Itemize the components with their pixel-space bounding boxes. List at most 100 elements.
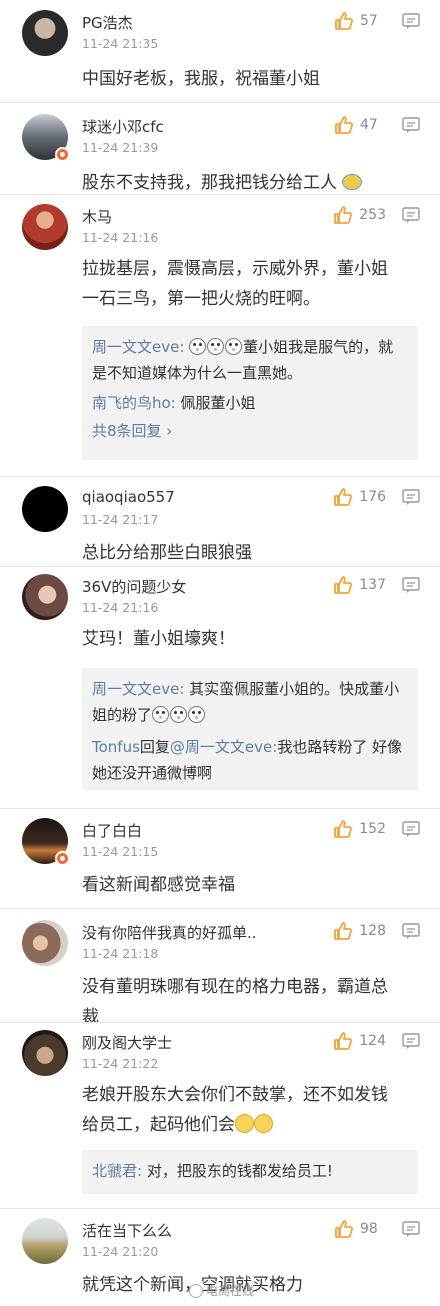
- timestamp: 11-24 21:39: [82, 140, 159, 155]
- divider: [0, 102, 440, 103]
- reply-box: 周一文文eve: 其实蛮佩服董小姐的。快成董小姐的粉了 Tonfus回复@周一文…: [82, 668, 418, 790]
- grin-emoji-icon: [235, 1114, 254, 1133]
- timestamp: 11-24 21:18: [82, 946, 159, 961]
- reply-username[interactable]: 北虢君:: [92, 1162, 142, 1180]
- comment-icon[interactable]: [402, 13, 420, 29]
- username[interactable]: 36V的问题少女: [82, 576, 186, 597]
- thumbs-up-icon: [334, 488, 353, 506]
- like-count: 124: [359, 1033, 386, 1049]
- avatar[interactable]: [22, 574, 68, 620]
- comment-text: 中国好老板，我服，祝福董小姐: [82, 69, 320, 89]
- reply-username[interactable]: 南飞的鸟ho:: [92, 394, 176, 412]
- divider: [0, 808, 440, 809]
- avatar[interactable]: [22, 10, 68, 56]
- timestamp: 11-24 21:22: [82, 1056, 159, 1071]
- like-count: 128: [359, 923, 386, 939]
- weibo-logo-icon: [188, 1283, 203, 1298]
- avatar[interactable]: [22, 920, 68, 966]
- thumbs-up-icon: [334, 206, 353, 224]
- like-count: 47: [360, 117, 378, 133]
- avatar[interactable]: [22, 486, 68, 532]
- comment-text: 老娘开股东大会你们不鼓掌，还不如发钱给员工，起码他们会: [82, 1085, 388, 1135]
- reply-username[interactable]: 周一文文eve:: [92, 680, 184, 698]
- timestamp: 11-24 21:35: [82, 36, 159, 51]
- divider: [0, 1022, 440, 1023]
- like-button[interactable]: 176: [333, 486, 386, 508]
- timestamp: 11-24 21:15: [82, 844, 159, 859]
- thumbs-up-icon: [335, 1220, 353, 1238]
- reply-item: 北虢君: 对，把股东的钱都发给员工!: [92, 1162, 333, 1180]
- emoji-icon: [188, 706, 206, 723]
- comment-icon[interactable]: [402, 577, 420, 593]
- reply-username[interactable]: 周一文文eve:: [92, 338, 184, 356]
- comment-text: 总比分给那些白眼狼强: [82, 543, 252, 563]
- username[interactable]: 活在当下么么: [82, 1220, 172, 1241]
- like-count: 57: [360, 13, 378, 29]
- grin-emoji-icon: [254, 1114, 273, 1133]
- divider: [0, 194, 440, 195]
- username[interactable]: 白了白白: [82, 820, 142, 841]
- reply-item: 周一文文eve: 其实蛮佩服董小姐的。快成董小姐的粉了: [92, 680, 400, 724]
- like-count: 253: [359, 207, 386, 223]
- like-count: 176: [359, 489, 386, 505]
- like-button[interactable]: 124: [333, 1030, 386, 1052]
- like-button[interactable]: 57: [334, 10, 386, 32]
- avatar[interactable]: [22, 114, 70, 162]
- timestamp: 11-24 21:16: [82, 600, 159, 615]
- emoji-icon: [170, 706, 188, 723]
- username[interactable]: 刚及阁大学士: [82, 1032, 172, 1053]
- divider: [0, 908, 440, 909]
- avatar[interactable]: [22, 1030, 68, 1076]
- username[interactable]: qiaoqiao557: [82, 488, 175, 506]
- emoji-icon: [189, 338, 207, 355]
- avatar[interactable]: [22, 204, 68, 250]
- like-button[interactable]: 98: [334, 1218, 386, 1240]
- emoji-icon: [342, 174, 363, 190]
- comment-text: 看这新闻都感觉幸福: [82, 875, 235, 895]
- comment-icon[interactable]: [402, 923, 420, 939]
- thumbs-up-icon: [335, 12, 353, 30]
- divider: [0, 1208, 440, 1209]
- emoji-icon: [207, 338, 225, 355]
- divider: [0, 476, 440, 477]
- like-button[interactable]: 128: [333, 920, 386, 942]
- avatar[interactable]: [22, 818, 70, 866]
- emoji-icon: [152, 706, 170, 723]
- like-button[interactable]: 253: [333, 204, 386, 226]
- reply-box: 周一文文eve: 董小姐我是服气的，就是不知道媒体为什么一直黑她。 南飞的鸟ho…: [82, 326, 418, 460]
- avatar[interactable]: [22, 1218, 68, 1264]
- username[interactable]: 木马: [82, 206, 112, 227]
- comment-icon[interactable]: [402, 207, 420, 223]
- comment-icon[interactable]: [402, 1033, 420, 1049]
- timestamp: 11-24 21:20: [82, 1244, 159, 1259]
- comment-icon[interactable]: [402, 489, 420, 505]
- comment-icon[interactable]: [402, 117, 420, 133]
- watermark: 电商在线: [188, 1282, 254, 1299]
- like-button[interactable]: 137: [333, 574, 386, 596]
- reply-item: 南飞的鸟ho: 佩服董小姐: [92, 394, 256, 412]
- username[interactable]: PG浩杰: [82, 12, 133, 33]
- thumbs-up-icon: [334, 820, 353, 838]
- like-button[interactable]: 152: [333, 818, 386, 840]
- timestamp: 11-24 21:16: [82, 230, 159, 245]
- comment-icon[interactable]: [402, 1221, 420, 1237]
- like-button[interactable]: 47: [334, 114, 386, 136]
- like-count: 152: [359, 821, 386, 837]
- thumbs-up-icon: [334, 1032, 353, 1050]
- mention-link[interactable]: @周一文文eve:: [170, 738, 277, 756]
- reply-username[interactable]: Tonfus: [92, 738, 140, 756]
- comment-icon[interactable]: [402, 821, 420, 837]
- more-replies-link[interactable]: 共8条回复 ›: [92, 416, 408, 446]
- username[interactable]: 球迷小邓cfc: [82, 116, 164, 137]
- username[interactable]: 没有你陪伴我真的好孤单..: [82, 922, 257, 943]
- like-count: 98: [360, 1221, 378, 1237]
- comment-text: 没有董明珠哪有现在的格力电器，霸道总裁: [82, 977, 388, 1027]
- divider: [0, 566, 440, 567]
- thumbs-up-icon: [334, 576, 353, 594]
- comment-text: 拉拢基层，震慑高层，示威外界，董小姐一石三鸟，第一把火烧的旺啊。: [82, 259, 388, 309]
- reply-item: Tonfus回复@周一文文eve:我也路转粉了 好像她还没开通微博啊: [92, 738, 403, 782]
- reply-item: 周一文文eve: 董小姐我是服气的，就是不知道媒体为什么一直黑她。: [92, 338, 394, 382]
- thumbs-up-icon: [334, 922, 353, 940]
- timestamp: 11-24 21:17: [82, 512, 159, 527]
- reply-box: 北虢君: 对，把股东的钱都发给员工!: [82, 1150, 418, 1194]
